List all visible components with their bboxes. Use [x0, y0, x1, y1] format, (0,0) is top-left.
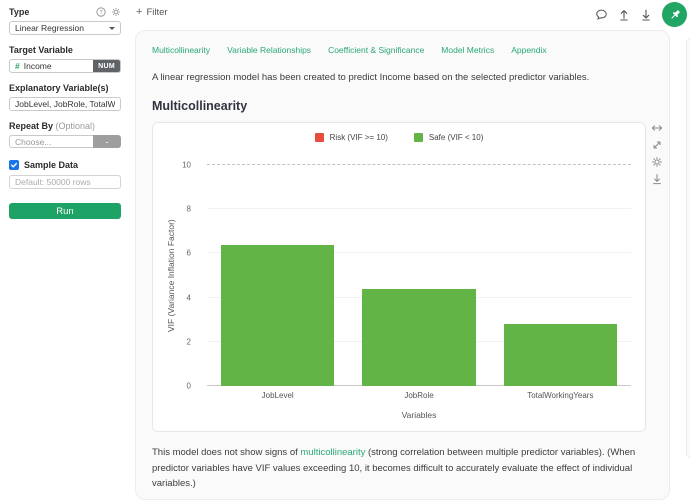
run-button[interactable]: Run: [9, 203, 121, 219]
num-badge: NUM: [93, 60, 120, 72]
comment-icon[interactable]: [595, 8, 608, 21]
tab-coefficient-significance[interactable]: Coefficient & Significance: [328, 45, 424, 55]
conclusion-text: This model does not show signs of multic…: [152, 445, 652, 492]
type-select[interactable]: Linear Regression: [9, 21, 121, 35]
svg-text:?: ?: [99, 10, 103, 16]
topbar-icons: [595, 2, 687, 27]
sample-data-checkbox[interactable]: [9, 160, 19, 170]
avatar[interactable]: [662, 2, 687, 27]
explanatory-variables-value: JobLevel, JobRole, TotalW...: [15, 99, 115, 109]
legend-item[interactable]: Risk (VIF >= 10): [315, 133, 388, 142]
filter-label: Filter: [146, 7, 167, 18]
bar-joblevel[interactable]: [221, 245, 334, 386]
target-variable-input[interactable]: # Income NUM: [9, 59, 121, 73]
intro-text: A linear regression model has been creat…: [152, 72, 653, 83]
y-tick-label: 0: [187, 382, 191, 391]
bar-totalworkingyears[interactable]: [504, 324, 617, 386]
bar-slot: [348, 165, 489, 386]
chevron-down-icon: [109, 27, 115, 30]
bar-jobrole[interactable]: [362, 289, 475, 386]
tab-multicollinearity[interactable]: Multicollinearity: [152, 45, 210, 55]
next-panel-edge: [686, 36, 690, 460]
legend-label: Risk (VIF >= 10): [330, 133, 388, 142]
repeat-by-select[interactable]: Choose...: [9, 135, 93, 148]
bars: [207, 165, 631, 386]
help-icon[interactable]: ?: [96, 7, 106, 17]
chart-legend: Risk (VIF >= 10) Safe (VIF < 10): [153, 133, 645, 142]
settings-icon[interactable]: [651, 156, 663, 168]
y-tick-label: 6: [187, 249, 191, 258]
chart-toolbar: [651, 122, 663, 185]
x-axis-labels: JobLevelJobRoleTotalWorkingYears: [207, 391, 631, 400]
tab-variable-relationships[interactable]: Variable Relationships: [227, 45, 311, 55]
upload-icon[interactable]: [618, 8, 630, 21]
multicollinearity-link[interactable]: multicollinearity: [300, 447, 365, 458]
legend-label: Safe (VIF < 10): [429, 133, 483, 142]
pushpin-icon: [667, 7, 683, 23]
x-tick-label: JobLevel: [207, 391, 348, 400]
x-tick-label: JobRole: [348, 391, 489, 400]
section-title: Multicollinearity: [152, 99, 653, 113]
resize-horizontal-icon[interactable]: [651, 122, 663, 134]
sidebar: Type ? Linear Regression Target Variable…: [0, 0, 130, 488]
conclusion-before: This model does not show signs of: [152, 447, 300, 458]
check-icon: [10, 161, 18, 169]
target-variable-label: Target Variable: [9, 45, 121, 55]
target-variable-value: Income: [24, 61, 52, 71]
filter-button[interactable]: + Filter: [136, 6, 168, 18]
download-icon[interactable]: [651, 173, 663, 185]
repeat-by-clear-button[interactable]: -: [93, 135, 121, 148]
y-axis-ticks: 0246810: [153, 165, 199, 386]
vif-bar-chart: Risk (VIF >= 10)Safe (VIF < 10) VIF (Var…: [152, 122, 646, 432]
bar-slot: [490, 165, 631, 386]
numeric-type-icon: #: [15, 61, 20, 71]
optional-label: (Optional): [56, 121, 96, 131]
analytics-panel: Multicollinearity Variable Relationships C…: [135, 30, 670, 500]
x-axis-title: Variables: [207, 410, 631, 420]
plot-area: [207, 165, 631, 386]
legend-swatch: [414, 133, 423, 142]
type-select-value: Linear Regression: [15, 23, 84, 33]
legend-item[interactable]: Safe (VIF < 10): [414, 133, 483, 142]
tab-model-metrics[interactable]: Model Metrics: [441, 45, 494, 55]
y-tick-label: 8: [187, 205, 191, 214]
download-icon[interactable]: [640, 8, 652, 21]
tab-appendix[interactable]: Appendix: [511, 45, 546, 55]
settings-icon[interactable]: [111, 7, 121, 17]
y-tick-label: 10: [182, 161, 191, 170]
sample-size-input[interactable]: [9, 175, 121, 189]
expand-icon[interactable]: [651, 139, 663, 151]
plus-icon: +: [136, 6, 142, 18]
y-tick-label: 2: [187, 337, 191, 346]
bar-slot: [207, 165, 348, 386]
type-label: Type: [9, 7, 29, 17]
sample-data-label: Sample Data: [24, 160, 78, 170]
legend-swatch: [315, 133, 324, 142]
x-tick-label: TotalWorkingYears: [490, 391, 631, 400]
repeat-by-label: Repeat By (Optional): [9, 121, 121, 131]
y-tick-label: 4: [187, 293, 191, 302]
explanatory-variables-label: Explanatory Variable(s): [9, 83, 121, 93]
explanatory-variables-input[interactable]: JobLevel, JobRole, TotalW...: [9, 97, 121, 111]
tab-bar: Multicollinearity Variable Relationships C…: [152, 45, 653, 55]
